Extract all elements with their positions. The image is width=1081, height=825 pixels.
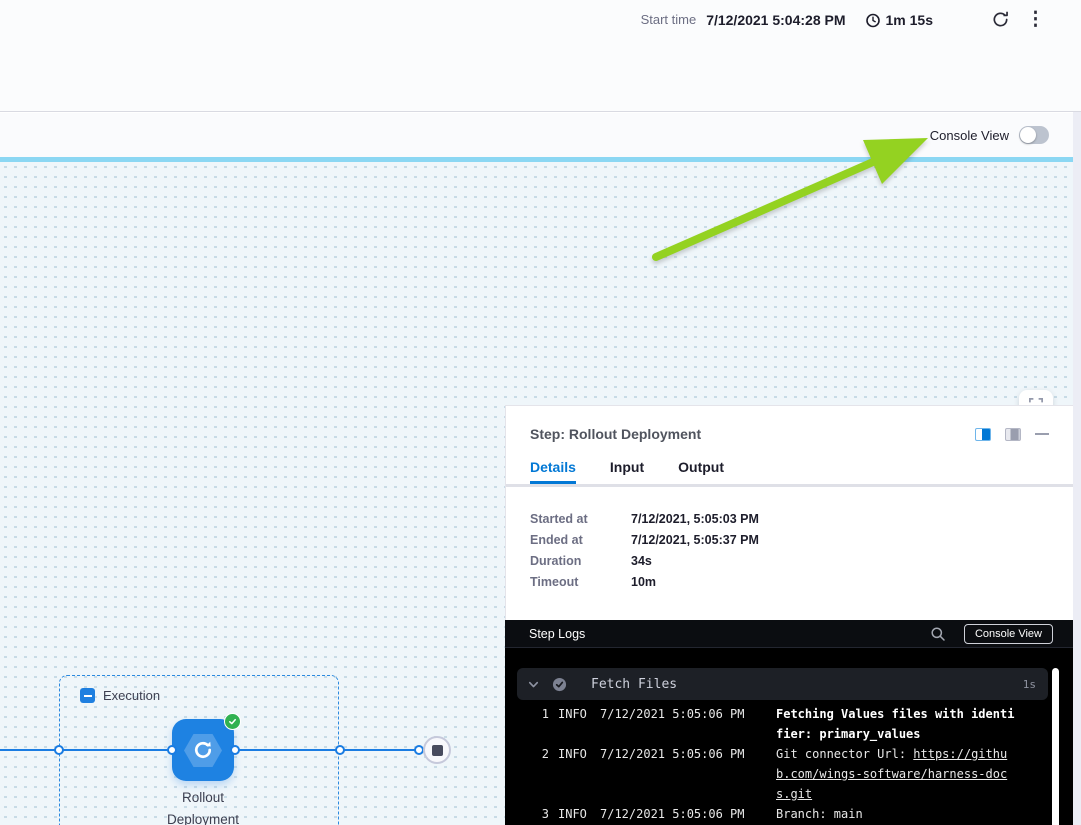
panel-header-icons — [975, 428, 1049, 441]
section-success-check-icon — [552, 677, 567, 692]
detail-label: Ended at — [530, 533, 631, 547]
step-logs-panel: Step Logs Console View Fetch Files — [505, 620, 1073, 825]
log-level: INFO — [558, 804, 591, 824]
logs-console-view-button[interactable]: Console View — [964, 624, 1053, 644]
collapse-minus-icon[interactable] — [80, 688, 95, 703]
log-search-button[interactable] — [930, 626, 946, 642]
port-node-in — [167, 745, 177, 755]
toggle-knob — [1020, 127, 1036, 143]
port-group-out — [335, 745, 345, 755]
refresh-icon — [991, 10, 1010, 29]
log-section-fetch-files[interactable]: Fetch Files 1s — [517, 668, 1048, 700]
pipeline-execution-page: Start time 7/12/2021 5:04:28 PM 1m 15s ⋮ — [0, 0, 1081, 825]
log-rows: 1 INFO 7/12/2021 5:05:06 PM Fetching Val… — [517, 704, 1073, 824]
log-line-number: 1 — [517, 704, 549, 724]
log-line-number: 3 — [517, 804, 549, 824]
detail-label: Timeout — [530, 575, 631, 589]
detail-value: 34s — [631, 554, 1049, 568]
execution-group-header[interactable]: Execution — [80, 688, 160, 703]
console-view-bar: Console View — [0, 113, 1081, 157]
tab-input[interactable]: Input — [610, 459, 644, 484]
kebab-menu-button[interactable]: ⋮ — [1026, 10, 1045, 29]
detail-value: 7/12/2021, 5:05:03 PM — [631, 512, 1049, 526]
success-check-badge — [224, 713, 241, 730]
log-timestamp: 7/12/2021 5:05:06 PM — [600, 744, 750, 764]
log-row: 3 INFO 7/12/2021 5:05:06 PM Branch: main — [517, 804, 1073, 824]
console-view-label: Console View — [930, 128, 1009, 143]
log-message-prefix: Git connector Url: — [776, 747, 913, 761]
log-message: Fetching Values files with identifier: p… — [776, 704, 1015, 744]
logs-body: Fetch Files 1s 1 INFO 7/12/2021 5:05:06 … — [505, 668, 1073, 824]
panel-tabs: Details Input Output — [506, 459, 1073, 484]
log-level: INFO — [558, 704, 591, 724]
log-section-name: Fetch Files — [591, 677, 677, 692]
details-grid: Started at 7/12/2021, 5:05:03 PM Ended a… — [530, 512, 1049, 589]
log-section-duration: 1s — [1023, 678, 1036, 691]
tab-output[interactable]: Output — [678, 459, 724, 484]
log-scrollbar-thumb[interactable] — [1052, 668, 1059, 825]
log-row: 2 INFO 7/12/2021 5:05:06 PM Git connecto… — [517, 744, 1073, 804]
rollout-refresh-icon — [190, 737, 216, 763]
detail-label: Started at — [530, 512, 631, 526]
log-message: Git connector Url: https://github.com/wi… — [776, 744, 1015, 804]
duration-group: 1m 15s — [865, 12, 933, 28]
log-message: Branch: main — [776, 804, 1015, 824]
panel-header: Step: Rollout Deployment — [506, 406, 1073, 442]
panel-title: Step: Rollout Deployment — [530, 426, 701, 442]
page-scrollbar-track[interactable] — [1073, 112, 1081, 825]
top-header: Start time 7/12/2021 5:04:28 PM 1m 15s ⋮ — [0, 0, 1081, 112]
tabbar-underline — [506, 484, 1073, 487]
console-view-toggle[interactable] — [1019, 126, 1049, 144]
minimize-icon[interactable] — [1035, 433, 1049, 435]
rollout-deployment-node[interactable] — [172, 719, 234, 781]
execution-group-label: Execution — [103, 688, 160, 703]
log-row: 1 INFO 7/12/2021 5:05:06 PM Fetching Val… — [517, 704, 1073, 744]
success-check-icon — [228, 717, 237, 726]
search-icon — [930, 626, 946, 642]
execution-meta: Start time 7/12/2021 5:04:28 PM 1m 15s ⋮ — [641, 10, 1045, 29]
kebab-menu-icon: ⋮ — [1026, 10, 1045, 29]
end-node[interactable] — [423, 736, 451, 764]
duration-value: 1m 15s — [886, 12, 933, 28]
tab-details[interactable]: Details — [530, 459, 576, 484]
node-label: Rollout Deployment — [133, 787, 273, 825]
clock-icon — [865, 12, 881, 28]
log-level: INFO — [558, 744, 591, 764]
start-time-label: Start time — [641, 12, 697, 27]
detail-value: 7/12/2021, 5:05:37 PM — [631, 533, 1049, 547]
detail-value: 10m — [631, 575, 1049, 589]
step-logs-toolbar: Step Logs Console View — [505, 620, 1073, 648]
split-pane-icon[interactable] — [975, 428, 991, 441]
chevron-down-icon — [527, 678, 540, 691]
start-time-value: 7/12/2021 5:04:28 PM — [706, 12, 845, 28]
log-timestamp: 7/12/2021 5:05:06 PM — [600, 804, 750, 824]
pane-icon[interactable] — [1005, 428, 1021, 441]
port-group-in — [54, 745, 64, 755]
port-node-out — [230, 745, 240, 755]
log-line-number: 2 — [517, 744, 549, 764]
stop-square-icon — [432, 745, 443, 756]
log-timestamp: 7/12/2021 5:05:06 PM — [600, 704, 750, 724]
step-logs-title: Step Logs — [529, 627, 585, 641]
refresh-button[interactable] — [991, 10, 1010, 29]
detail-label: Duration — [530, 554, 631, 568]
